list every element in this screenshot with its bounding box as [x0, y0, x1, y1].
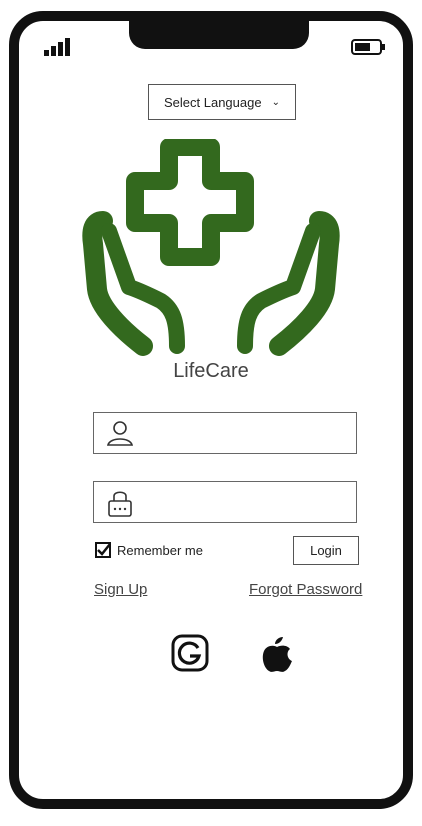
username-input[interactable]: [140, 413, 354, 455]
username-field[interactable]: [93, 412, 357, 455]
login-button[interactable]: Login: [293, 536, 359, 565]
chevron-down-icon: ⌄: [271, 96, 280, 108]
hands-medical-cross-icon: [82, 139, 340, 356]
remember-me-label: Remember me: [117, 542, 203, 558]
google-icon[interactable]: [171, 634, 209, 672]
password-input[interactable]: [140, 482, 354, 524]
signal-bars-icon: [44, 38, 70, 56]
battery-icon: [351, 39, 385, 55]
brand-name: LifeCare: [173, 360, 249, 382]
phone-frame: Select Language ⌄ LifeCare Remember me L…: [9, 11, 413, 809]
user-icon: [106, 421, 134, 446]
forgot-password-link[interactable]: Forgot Password: [249, 581, 362, 598]
sign-up-link[interactable]: Sign Up: [94, 581, 147, 598]
phone-notch: [129, 19, 309, 49]
language-select[interactable]: Select Language ⌄: [148, 84, 296, 120]
password-field[interactable]: [93, 481, 357, 524]
language-select-label: Select Language: [164, 94, 262, 110]
remember-me[interactable]: Remember me: [95, 542, 203, 558]
lock-icon: [108, 491, 132, 517]
checkbox-checked-icon[interactable]: [95, 542, 111, 558]
apple-icon[interactable]: [259, 634, 295, 674]
